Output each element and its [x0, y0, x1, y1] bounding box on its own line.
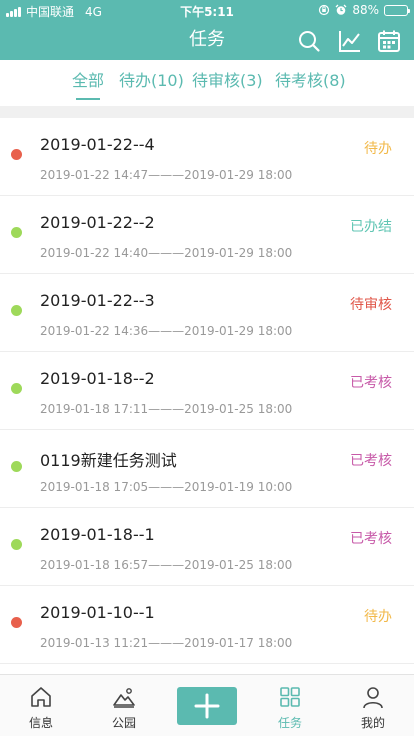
- tabbar-item-info[interactable]: 信息: [0, 675, 82, 736]
- tab-pending-assessment[interactable]: 待考核(8): [275, 60, 346, 106]
- task-status: 待审核: [350, 297, 392, 313]
- task-row[interactable]: 2019-01-10--1 2019-01-13 11:21———2019-01…: [0, 586, 414, 664]
- tabbar-item-park[interactable]: 公园: [83, 675, 165, 736]
- task-row[interactable]: 2019-01-22--3 2019-01-22 14:36———2019-01…: [0, 274, 414, 352]
- task-status: 待办: [364, 609, 392, 625]
- tabbar-label: 公园: [111, 716, 136, 730]
- task-title: 2019-01-18--2: [40, 369, 155, 388]
- add-task-button[interactable]: [177, 687, 237, 725]
- task-status: 已考核: [350, 453, 392, 469]
- tabbar-item-mine[interactable]: 我的: [332, 675, 414, 736]
- alarm-icon: [335, 4, 347, 15]
- status-dot: [11, 149, 22, 160]
- task-time-range: 2019-01-22 14:40———2019-01-29 18:00: [40, 246, 293, 260]
- status-bar: 中国联通 4G 下午5:11 88%: [0, 0, 414, 20]
- status-dot: [11, 617, 22, 628]
- tabbar-label: 信息: [28, 716, 53, 730]
- tab-todo[interactable]: 待办(10): [119, 60, 184, 106]
- status-dot: [11, 539, 22, 550]
- user-icon: [363, 687, 383, 709]
- battery-percent: 88%: [352, 3, 379, 17]
- task-title: 2019-01-22--4: [40, 135, 155, 154]
- task-row[interactable]: 2019-01-18--1 2019-01-18 16:57———2019-01…: [0, 508, 414, 586]
- task-time-range: 2019-01-22 14:47———2019-01-29 18:00: [40, 168, 293, 182]
- tab-pending-review[interactable]: 待审核(3): [192, 60, 263, 106]
- bottom-tab-bar: 信息 公园 任务 我的: [0, 674, 414, 736]
- calendar-icon[interactable]: [377, 29, 401, 53]
- grid-icon: [280, 687, 300, 707]
- task-title: 2019-01-10--1: [40, 603, 155, 622]
- task-title: 2019-01-18--1: [40, 525, 155, 544]
- task-title: 2019-01-22--3: [40, 291, 155, 310]
- task-row[interactable]: 2019-01-18--2 2019-01-18 17:11———2019-01…: [0, 352, 414, 430]
- task-time-range: 2019-01-22 14:36———2019-01-29 18:00: [40, 324, 293, 338]
- nav-bar: 任务: [0, 20, 414, 60]
- task-status: 已考核: [350, 531, 392, 547]
- battery-icon: [384, 4, 410, 16]
- task-time-range: 2019-01-13 11:21———2019-01-17 18:00: [40, 636, 293, 650]
- task-time-range: 2019-01-18 17:11———2019-01-25 18:00: [40, 402, 293, 416]
- tabbar-item-tasks[interactable]: 任务: [249, 675, 331, 736]
- task-row[interactable]: 2019-01-22--2 2019-01-22 14:40———2019-01…: [0, 196, 414, 274]
- search-icon[interactable]: [297, 29, 321, 53]
- filter-tabs: 全部 待办(10) 待审核(3) 待考核(8): [0, 60, 414, 106]
- chart-icon[interactable]: [338, 29, 362, 53]
- status-right: 88%: [318, 3, 410, 17]
- tabbar-label: 任务: [277, 716, 302, 730]
- task-title: 2019-01-22--2: [40, 213, 155, 232]
- task-time-range: 2019-01-18 16:57———2019-01-25 18:00: [40, 558, 293, 572]
- task-row[interactable]: 0119新建任务测试 2019-01-18 17:05———2019-01-19…: [0, 430, 414, 508]
- task-title: 0119新建任务测试: [40, 451, 177, 470]
- task-status: 已办结: [350, 219, 392, 235]
- section-divider: [0, 106, 414, 118]
- task-status: 待办: [364, 141, 392, 157]
- task-status: 已考核: [350, 375, 392, 391]
- park-icon: [113, 688, 135, 708]
- status-dot: [11, 227, 22, 238]
- task-row[interactable]: 2019-01-22--4 2019-01-22 14:47———2019-01…: [0, 118, 414, 196]
- status-dot: [11, 305, 22, 316]
- task-time-range: 2019-01-18 17:05———2019-01-19 10:00: [40, 480, 293, 494]
- tabbar-label: 我的: [360, 716, 385, 730]
- tab-all[interactable]: 全部: [72, 60, 104, 106]
- home-icon: [31, 687, 51, 707]
- plus-icon: [194, 693, 220, 719]
- status-dot: [11, 383, 22, 394]
- status-dot: [11, 461, 22, 472]
- task-list: 2019-01-22--4 2019-01-22 14:47———2019-01…: [0, 118, 414, 664]
- orientation-lock-icon: [319, 4, 330, 16]
